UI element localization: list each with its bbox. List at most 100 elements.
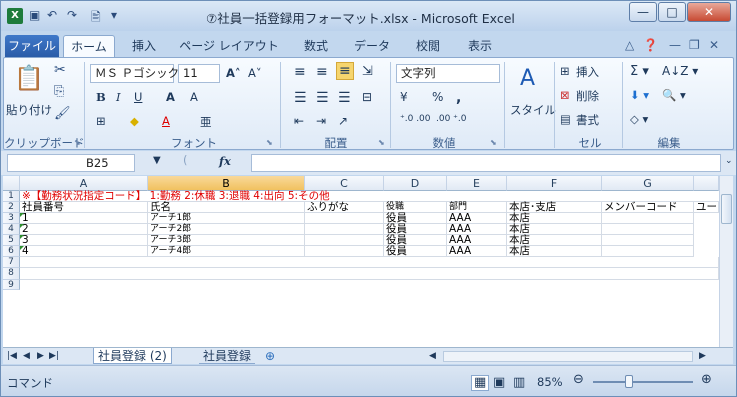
find-select-icon[interactable]: 🔍 ▾ — [662, 88, 686, 102]
font-color-icon[interactable]: A — [162, 114, 170, 128]
close-button[interactable]: ✕ — [687, 2, 731, 22]
cell-member-code[interactable] — [602, 246, 694, 257]
grow-font-icon[interactable]: A˄ — [226, 66, 241, 80]
page-break-preview-icon[interactable]: ▥ — [513, 375, 525, 390]
column-header-b[interactable]: B — [148, 176, 305, 191]
cell-position[interactable]: 役員 — [384, 246, 447, 257]
tab-home[interactable]: ホーム — [63, 35, 115, 57]
font-size-combo[interactable]: 11 — [178, 64, 220, 83]
cell-department[interactable]: AAA — [447, 246, 507, 257]
sheet-tab-employee-registration[interactable]: 社員登録 — [199, 348, 256, 364]
font-launcher-icon[interactable]: ⬊ — [266, 138, 273, 147]
cell-a2-header[interactable]: 社員番号 — [20, 202, 148, 213]
clear-icon[interactable]: ◇ ▾ — [630, 112, 648, 126]
expand-formula-bar-icon[interactable]: ⌄ — [725, 156, 733, 166]
first-sheet-icon[interactable]: |◀ — [7, 348, 17, 364]
row-header[interactable]: 7 — [3, 257, 20, 268]
normal-view-icon[interactable]: ▦ — [471, 375, 490, 391]
fill-icon[interactable]: ⬇ ▾ — [630, 88, 649, 102]
tab-formulas[interactable]: 数式 — [293, 35, 339, 57]
row-header[interactable]: 5 — [3, 235, 20, 246]
cell-employee-number[interactable]: 1 — [20, 213, 148, 224]
format-cells-button[interactable]: 書式 — [576, 112, 599, 128]
zoom-slider[interactable] — [593, 381, 693, 383]
cell-c2-header[interactable]: ふりがな — [305, 202, 384, 213]
cell-name[interactable]: アーチ2郎 — [148, 224, 305, 235]
align-bottom-icon[interactable]: ≡ — [336, 62, 354, 80]
insert-cells-icon[interactable]: ⊞ — [560, 64, 570, 78]
delete-cells-button[interactable]: 削除 — [576, 88, 599, 104]
row-header[interactable]: 8 — [3, 268, 20, 280]
shrink-font-button[interactable]: A — [190, 90, 198, 104]
cell-g2-header[interactable]: メンバーコード — [602, 202, 694, 213]
cell-h2-header[interactable]: ユー — [694, 202, 719, 213]
tab-review[interactable]: 校閲 — [405, 35, 451, 57]
save-icon[interactable]: ▣ — [29, 8, 40, 22]
font-name-combo[interactable]: ＭＳ Ｐゴシック — [90, 64, 179, 83]
horizontal-scrollbar[interactable] — [443, 351, 693, 362]
column-header-c[interactable]: C — [305, 176, 384, 191]
grow-font-button[interactable]: A — [166, 90, 175, 104]
paste-button[interactable]: 貼り付け — [6, 102, 52, 118]
bold-icon[interactable]: B — [96, 90, 106, 104]
vertical-scrollbar[interactable] — [719, 176, 733, 347]
decrease-decimal-icon[interactable]: .00 ⁺.0 — [436, 114, 467, 124]
shrink-font-icon[interactable]: A˅ — [248, 66, 262, 80]
cell-furigana[interactable] — [305, 246, 384, 257]
align-top-icon[interactable]: ≡ — [294, 64, 306, 80]
increase-decimal-icon[interactable]: ⁺.0 .00 — [400, 114, 431, 124]
row-header[interactable]: 4 — [3, 224, 20, 235]
row-header[interactable]: 1 — [3, 191, 20, 202]
doc-close-icon[interactable]: ✕ — [709, 38, 719, 52]
tab-insert[interactable]: 挿入 — [121, 35, 167, 57]
sort-filter-icon[interactable]: A↓Z ▾ — [662, 64, 698, 78]
copy-icon[interactable]: ⎘ — [54, 84, 64, 99]
minimize-ribbon-icon[interactable]: △ — [625, 38, 634, 52]
comma-button[interactable]: , — [456, 90, 461, 106]
page-layout-view-icon[interactable]: ▣ — [493, 375, 505, 390]
cell-name[interactable]: アーチ4郎 — [148, 246, 305, 257]
borders-icon[interactable]: ⊞ — [96, 114, 106, 128]
cell-employee-number[interactable]: 3 — [20, 235, 148, 246]
tab-view[interactable]: 表示 — [457, 35, 503, 57]
align-right-icon[interactable]: ☰ — [338, 90, 351, 106]
cell-b2-header[interactable]: 氏名 — [148, 202, 305, 213]
insert-function-button[interactable]: fx — [219, 154, 231, 168]
currency-icon[interactable]: ¥ — [400, 90, 408, 104]
underline-icon[interactable]: U — [134, 90, 142, 104]
cell-member-code[interactable] — [602, 224, 694, 235]
formula-input[interactable] — [251, 154, 721, 172]
clipboard-launcher-icon[interactable]: ⬊ — [74, 138, 81, 147]
help-icon[interactable]: ❓ — [643, 38, 658, 52]
column-header-a[interactable]: A — [20, 176, 148, 191]
percent-button[interactable]: % — [432, 90, 443, 104]
row-header[interactable]: 6 — [3, 246, 20, 257]
row-header[interactable]: 2 — [3, 202, 20, 213]
select-all-corner[interactable] — [3, 176, 20, 191]
italic-icon[interactable]: I — [116, 90, 121, 104]
zoom-out-icon[interactable]: ⊖ — [573, 372, 584, 387]
delete-cells-icon[interactable]: ⊠ — [560, 88, 570, 102]
namebox-dropdown-icon[interactable]: ▼ — [153, 155, 161, 166]
format-painter-icon[interactable]: 🖌 — [54, 106, 71, 121]
prev-sheet-icon[interactable]: ◀ — [23, 348, 30, 364]
zoom-slider-thumb[interactable] — [625, 375, 633, 388]
increase-indent-icon[interactable]: ⇥ — [316, 114, 326, 128]
hscroll-left-icon[interactable]: ◀ — [429, 348, 436, 364]
orientation-icon[interactable]: ↗ — [338, 114, 348, 128]
customize-toolbar-icon[interactable]: ▾ — [111, 8, 117, 22]
minimize-button[interactable]: — — [629, 2, 657, 22]
styles-icon[interactable]: A — [520, 66, 535, 91]
decrease-indent-icon[interactable]: ⇤ — [294, 114, 304, 128]
column-header-f[interactable]: F — [507, 176, 602, 191]
paste-icon[interactable]: 📋 — [14, 64, 44, 92]
autosum-icon[interactable]: Σ ▾ — [630, 64, 649, 79]
number-launcher-icon[interactable]: ⬊ — [490, 138, 497, 147]
next-sheet-icon[interactable]: ▶ — [37, 348, 44, 364]
row-header[interactable]: 9 — [3, 280, 20, 290]
cell-furigana[interactable] — [305, 224, 384, 235]
cell-employee-number[interactable]: 4 — [20, 246, 148, 257]
insert-cells-button[interactable]: 挿入 — [576, 64, 599, 80]
cell-member-code[interactable] — [602, 213, 694, 224]
print-preview-icon[interactable]: 🖹 — [91, 8, 101, 29]
